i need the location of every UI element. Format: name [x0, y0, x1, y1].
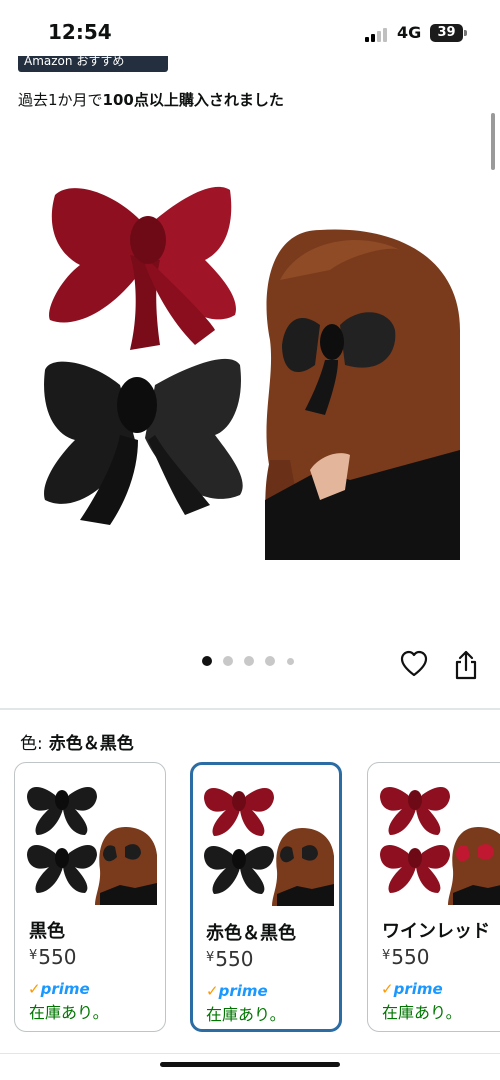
variant-name: 黒色: [29, 921, 65, 942]
badge-label: Amazon おすすめ: [24, 56, 125, 68]
variant-thumbnail: [27, 786, 157, 905]
status-bar: 12:54 4G 39: [0, 0, 500, 56]
prime-check-icon: ✓: [206, 982, 219, 1000]
battery-nub: [464, 30, 467, 36]
variant-name: 赤色＆黒色: [206, 923, 296, 944]
currency-symbol: ¥: [206, 950, 215, 965]
prime-badge: ✓prime: [28, 980, 90, 998]
variant-name: ワインレッド: [382, 921, 490, 942]
stock-status: 在庫あり。: [382, 1003, 462, 1022]
price-value: 550: [215, 947, 254, 971]
carousel-dot[interactable]: [223, 656, 233, 666]
variant-price: ¥550: [29, 945, 76, 969]
prime-check-icon: ✓: [381, 980, 394, 998]
color-key: 色:: [20, 734, 43, 754]
stock-status: 在庫あり。: [206, 1005, 286, 1024]
stock-status: 在庫あり。: [29, 1003, 109, 1022]
purchase-info-emphasis: 100点以上購入されました: [102, 91, 284, 109]
variant-price: ¥550: [206, 947, 253, 971]
network-type: 4G: [397, 23, 422, 42]
color-selector-label: 色: 赤色＆黒色: [20, 729, 134, 754]
variant-thumbnail: [380, 786, 500, 905]
carousel-dot[interactable]: [202, 656, 212, 666]
share-icon[interactable]: [453, 650, 479, 680]
carousel-dot[interactable]: [287, 658, 294, 665]
variant-card-black[interactable]: 黒色 ¥550 ✓prime 在庫あり。: [14, 762, 166, 1032]
variant-card-wine-red[interactable]: ワインレッド ¥550 ✓prime 在庫あり。: [367, 762, 500, 1032]
black-bow: [44, 358, 243, 525]
purchase-info: 過去1か月で100点以上購入されました: [18, 89, 284, 110]
selected-color: 赤色＆黒色: [48, 734, 134, 754]
scrollbar[interactable]: [491, 113, 495, 170]
heart-icon[interactable]: [400, 650, 428, 678]
signal-icon: [365, 26, 389, 42]
currency-symbol: ¥: [29, 948, 38, 963]
prime-label: prime: [40, 980, 90, 998]
product-image[interactable]: [20, 170, 480, 580]
price-value: 550: [38, 945, 77, 969]
currency-symbol: ¥: [382, 948, 391, 963]
carousel-dot[interactable]: [244, 656, 254, 666]
price-value: 550: [391, 945, 430, 969]
prime-badge: ✓prime: [206, 982, 268, 1000]
section-divider: [0, 708, 500, 710]
variant-carousel[interactable]: 黒色 ¥550 ✓prime 在庫あり。 赤色＆黒色 ¥550 ✓prime 在…: [0, 762, 500, 1037]
prime-badge: ✓prime: [381, 980, 443, 998]
variant-thumbnail: [204, 787, 334, 906]
variant-card-red-black[interactable]: 赤色＆黒色 ¥550 ✓prime 在庫あり。: [190, 762, 342, 1032]
prime-label: prime: [393, 980, 443, 998]
status-time: 12:54: [48, 20, 112, 44]
battery-icon: 39: [430, 24, 463, 42]
carousel-dot[interactable]: [265, 656, 275, 666]
model-photo: [265, 229, 460, 560]
home-indicator[interactable]: [160, 1062, 340, 1067]
prime-check-icon: ✓: [28, 980, 41, 998]
purchase-info-prefix: 過去1か月で: [18, 91, 103, 109]
bottom-divider: [0, 1053, 500, 1054]
battery-level: 39: [437, 25, 456, 40]
red-bow: [49, 186, 236, 350]
amazon-recommended-badge: Amazon おすすめ: [18, 56, 168, 72]
prime-label: prime: [218, 982, 268, 1000]
variant-price: ¥550: [382, 945, 429, 969]
